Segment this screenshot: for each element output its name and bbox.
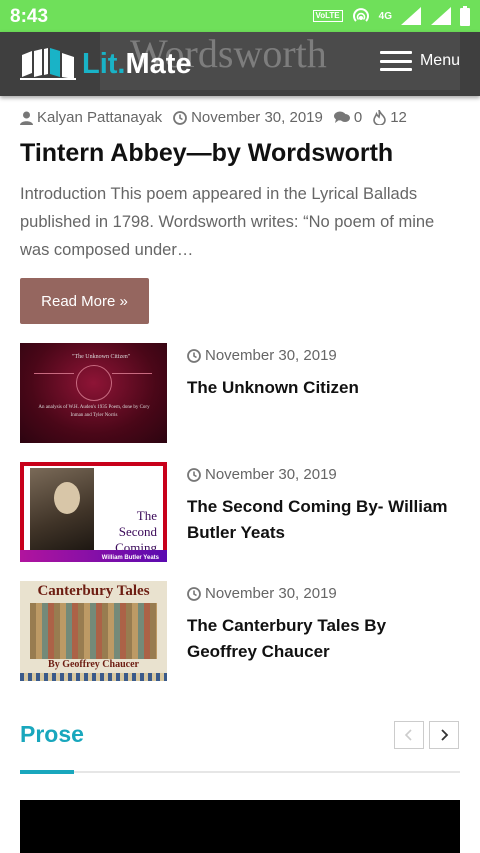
portrait-face [54,482,80,514]
status-bar: 8:43 VoLTE 4G [0,0,480,32]
post-views: 12 [373,109,407,126]
user-icon [20,111,33,125]
comments-icon [333,111,350,123]
date-text: November 30, 2019 [205,585,337,602]
post-date: November 30, 2019 [173,109,323,126]
post-title-link[interactable]: The Second Coming By- William Butler Yea… [187,494,460,546]
site-logo[interactable]: Lit.Mate [20,47,192,81]
chevron-left-icon [404,729,412,741]
clock-icon [187,348,201,363]
section-divider [20,771,460,773]
post-date: November 30, 2019 [187,585,337,602]
comments-count: 0 [353,109,363,126]
thumbnail-title-line: Second [118,524,157,539]
list-item: Canterbury Tales By Geoffrey Chaucer Nov… [20,581,460,681]
battery-icon [460,6,470,26]
thumbnail-caption: "The Unknown Citizen" [72,354,131,360]
menu-label: Menu [419,52,460,69]
hamburger-icon [379,51,412,71]
post-date: November 30, 2019 [187,466,337,483]
logo-text: Lit.Mate [82,48,192,81]
thumbnail-title: Canterbury Tales [37,583,150,599]
post-meta: Kalyan Pattanayak November 30, 2019 0 12 [20,109,418,126]
views-count: 12 [390,109,407,126]
author-name: Kalyan Pattanayak [37,109,163,126]
thumbnail-author: By Geoffrey Chaucer [48,659,139,670]
logo-text-main: Mate [125,47,192,80]
thumbnail-strip [20,673,167,681]
clock-icon [173,110,187,125]
post-comments[interactable]: 0 [333,109,363,126]
post-thumbnail[interactable]: "The Unknown Citizen" An analysis of W.H… [20,343,167,443]
list-item: "The Unknown Citizen" An analysis of W.H… [20,343,460,443]
post-title-link[interactable]: The Canterbury Tales By Geoffrey Chaucer [187,613,460,665]
clock-icon [187,467,201,482]
thumbnail-author: William Butler Yeats [101,555,159,561]
post-thumbnail[interactable]: The Second Coming William Butler Yeats [20,462,167,562]
logo-text-accent: Lit. [82,47,126,80]
section-divider-accent [20,770,74,774]
post-excerpt: Introduction This poem appeared in the L… [20,185,435,259]
thumbnail-author-bar: William Butler Yeats [20,550,167,562]
menu-button[interactable]: Menu [379,51,460,71]
portrait-photo [30,468,94,550]
post-thumbnail[interactable]: Canterbury Tales By Geoffrey Chaucer [20,581,167,681]
post-title[interactable]: Tintern Abbey—by Wordsworth [20,139,460,168]
date-text: November 30, 2019 [205,347,337,364]
post-title-link[interactable]: The Unknown Citizen [187,375,460,401]
thumbnail-artwork [30,603,157,659]
date-text: November 30, 2019 [205,466,337,483]
carousel-prev-button[interactable] [394,721,424,749]
decorative-line [112,373,152,374]
prose-featured-media[interactable] [20,800,460,853]
post-date: November 30, 2019 [187,347,337,364]
carousel-next-button[interactable] [429,721,459,749]
read-more-button[interactable]: Read More » [20,278,149,324]
date-text: November 30, 2019 [191,109,323,126]
fire-icon [373,110,386,125]
thumbnail-title-line: The [136,508,157,523]
book-logo-icon [20,48,76,80]
hotspot-icon [352,8,369,22]
section-title: Prose [20,721,84,747]
status-time: 8:43 [10,6,49,27]
clock-icon [187,586,201,601]
network-type-icon: 4G [378,10,392,22]
decorative-line [34,373,74,374]
thumbnail-subtitle: An analysis of W.H. Auden's 1935 Poem, d… [38,405,150,418]
post-author[interactable]: Kalyan Pattanayak [20,109,162,126]
list-item: The Second Coming William Butler Yeats N… [20,462,460,562]
signal-icon-2 [431,7,451,25]
decorative-circle [76,365,112,401]
signal-icon [401,7,421,25]
site-header: Wordsworth Lit.Mate Menu [0,32,480,96]
thumbnail-title: The Second Coming [115,508,157,556]
status-icons: VoLTE 4G [312,6,470,26]
chevron-right-icon [441,729,449,741]
volte-icon: VoLTE [312,10,343,22]
